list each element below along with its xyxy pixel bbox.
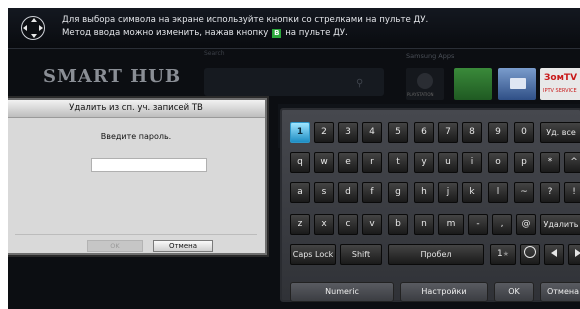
search-icon: ⚲ [356, 78, 364, 89]
key-p[interactable]: p [514, 152, 534, 173]
app-tile-mail[interactable] [498, 68, 536, 100]
globe-icon [524, 246, 536, 258]
smart-hub-logo: SMART HUB [43, 66, 182, 87]
caps-lock-key[interactable]: Caps Lock [290, 244, 336, 265]
space-key[interactable]: Пробел [388, 244, 484, 265]
key-i[interactable]: i [462, 152, 482, 173]
key-f[interactable]: f [362, 182, 382, 203]
key-c[interactable]: c [338, 214, 358, 235]
iptv-label: IPTV SERVICE [543, 88, 577, 94]
key-d[interactable]: d [338, 182, 358, 203]
arrow-right-icon [575, 249, 580, 257]
iptv-logo: ЗомTV [544, 73, 578, 83]
mail-icon [510, 78, 526, 89]
key-x[interactable]: x [314, 214, 334, 235]
delete-key[interactable]: Удалить [540, 214, 580, 235]
key-k[interactable]: k [462, 182, 482, 203]
cursor-right-key[interactable] [568, 244, 580, 265]
key-h[interactable]: h [414, 182, 434, 203]
app-tile-label: PLAYSTATION [407, 92, 434, 97]
key-6[interactable]: 6 [414, 122, 434, 143]
tv-screen: Для выбора символа на экране используйте… [8, 8, 580, 309]
key-8[interactable]: 8 [462, 122, 482, 143]
key-b[interactable]: b [388, 214, 408, 235]
key-5[interactable]: 5 [388, 122, 408, 143]
key-r[interactable]: r [362, 152, 382, 173]
samsung-apps-label: Samsung Apps [406, 52, 455, 60]
key-q[interactable]: q [290, 152, 310, 173]
cancel-button[interactable]: Отмена [153, 240, 213, 252]
key-tilde[interactable]: ~ [514, 182, 534, 203]
key-7[interactable]: 7 [438, 122, 458, 143]
dpad-icon [21, 16, 45, 40]
app-tile-icon [417, 73, 433, 89]
key-2[interactable]: 2 [314, 122, 334, 143]
key-asterisk[interactable]: * [540, 152, 560, 173]
key-z[interactable]: z [290, 214, 310, 235]
app-tile-iptv[interactable]: ЗомTV IPTV SERVICE [540, 68, 580, 100]
dialog-title: Удалить из сп. уч. записей ТВ [8, 100, 265, 118]
shift-key[interactable]: Shift [340, 244, 382, 265]
language-key[interactable] [520, 244, 540, 265]
hint-text: Для выбора символа на экране используйте… [62, 14, 428, 40]
key-at[interactable]: @ [516, 214, 536, 235]
clear-all-key[interactable]: Уд. все [540, 122, 580, 143]
key-4[interactable]: 4 [362, 122, 382, 143]
dialog-divider [15, 234, 257, 235]
key-comma[interactable]: , [492, 214, 512, 235]
key-w[interactable]: w [314, 152, 334, 173]
star-icon: ★ [502, 250, 509, 258]
key-u[interactable]: u [438, 152, 458, 173]
key-n[interactable]: n [414, 214, 434, 235]
remote-hint-bar: Для выбора символа на экране используйте… [8, 8, 580, 49]
key-l[interactable]: l [488, 182, 508, 203]
key-j[interactable]: j [438, 182, 458, 203]
key-0[interactable]: 0 [514, 122, 534, 143]
delete-account-dialog: Удалить из сп. уч. записей ТВ Введите па… [8, 98, 267, 255]
hint-line-1: Для выбора символа на экране используйте… [62, 15, 429, 25]
key-s[interactable]: s [314, 182, 334, 203]
keyboard-cancel-button[interactable]: Отмена [540, 282, 580, 302]
key-hyphen[interactable]: - [468, 214, 488, 235]
password-field[interactable] [91, 158, 207, 172]
b-button-icon: B [272, 29, 282, 38]
app-tile-green[interactable] [454, 68, 492, 100]
search-label: Search [204, 50, 225, 57]
key-9[interactable]: 9 [488, 122, 508, 143]
key-exclamation[interactable]: ! [564, 182, 580, 203]
key-y[interactable]: y [414, 152, 434, 173]
on-screen-keyboard: 1 2 3 4 5 6 7 8 9 0 Уд. все q w e r t y … [280, 108, 580, 302]
key-g[interactable]: g [388, 182, 408, 203]
ok-button[interactable]: OK [87, 240, 143, 252]
key-caret[interactable]: ^ [564, 152, 580, 173]
key-v[interactable]: v [362, 214, 382, 235]
key-a[interactable]: a [290, 182, 310, 203]
numeric-button[interactable]: Numeric [290, 282, 394, 302]
key-t[interactable]: t [388, 152, 408, 173]
key-1[interactable]: 1 [290, 122, 310, 143]
key-m[interactable]: m [438, 214, 464, 235]
keyboard-ok-button[interactable]: OK [494, 282, 534, 302]
key-o[interactable]: o [488, 152, 508, 173]
settings-button[interactable]: Настройки [400, 282, 488, 302]
key-question[interactable]: ? [540, 182, 560, 203]
arrow-left-icon [551, 249, 557, 257]
cursor-left-key[interactable] [544, 244, 564, 265]
hint-line-2: Метод ввода можно изменить, нажав кнопку… [62, 28, 348, 38]
page-indicator-key[interactable]: 1★ [490, 244, 516, 265]
password-prompt: Введите пароль. [100, 132, 172, 141]
app-tile-playstation[interactable]: PLAYSTATION [406, 68, 444, 100]
key-e[interactable]: e [338, 152, 358, 173]
key-3[interactable]: 3 [338, 122, 358, 143]
